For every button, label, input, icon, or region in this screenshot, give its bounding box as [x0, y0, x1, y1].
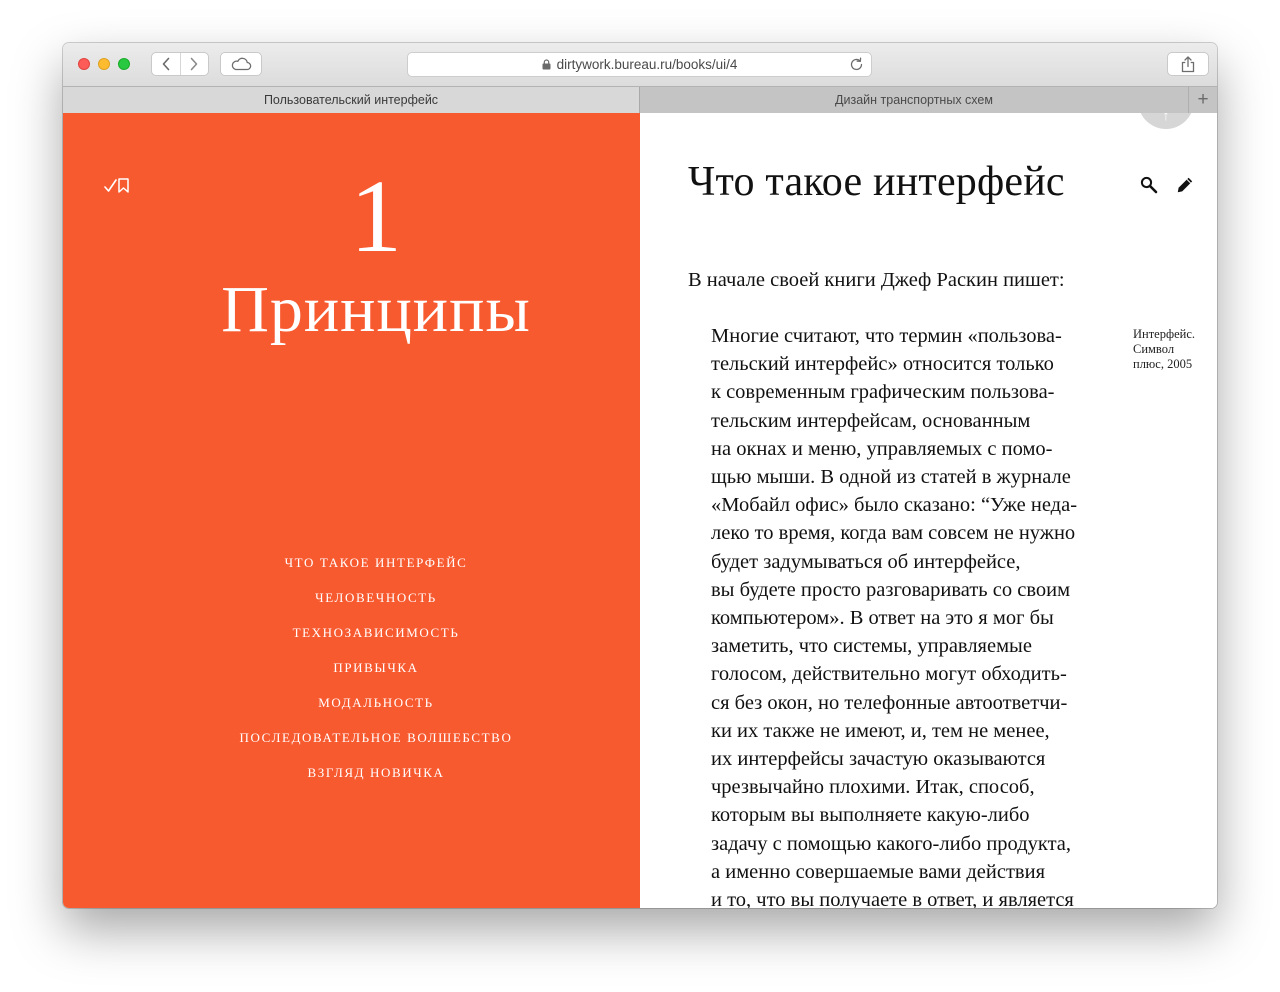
quote-line: голосом, действительно могут обходить-: [711, 663, 1067, 686]
quote-line: а именно совершаемые вами действия: [711, 860, 1046, 883]
toc-item: Привычка: [63, 658, 689, 693]
quote-line: будет задумываться об интерфейсе,: [711, 550, 1021, 573]
quote-line: ся без окон, но телефонные автоответчи-: [711, 691, 1068, 714]
cloud-icon: [231, 57, 252, 71]
quote-line: «Мобайл офис» было сказано: “Уже неда-: [711, 494, 1078, 517]
toc-item: Человечность: [63, 588, 689, 623]
share-button[interactable]: [1167, 52, 1209, 76]
reload-icon[interactable]: [849, 57, 864, 72]
toc-link-habit[interactable]: Привычка: [333, 660, 418, 675]
tab-user-interface[interactable]: Пользовательский интерфейс: [63, 87, 640, 113]
article-quote: Многие считают, что термин «пользова- те…: [711, 322, 1131, 908]
quote-line: чрезвычайно плохими. Итак, способ,: [711, 776, 1035, 799]
chapter-number: 1: [350, 159, 402, 274]
scroll-top-button[interactable]: ↑: [1138, 113, 1194, 129]
quote-line: на окнах и меню, управляемых с помо-: [711, 437, 1053, 460]
zoom-window-button[interactable]: [118, 58, 130, 70]
quote-line: вы будете просто разговаривать со своим: [711, 578, 1071, 601]
toc-link-modality[interactable]: Модальность: [318, 695, 433, 710]
sidenote-source: Интерфейс. Символ плюс, 2005: [1133, 327, 1217, 372]
sidenote-line: плюс, 2005: [1133, 357, 1193, 371]
toc-link-humanity[interactable]: Человечность: [315, 590, 437, 605]
sidenote-line: Символ: [1133, 342, 1175, 356]
article-intro: В начале своей книги Джеф Раскин пишет:: [688, 269, 1065, 291]
toc-item: Что такое интерфейс: [63, 553, 689, 588]
minimize-window-button[interactable]: [98, 58, 110, 70]
quote-line: леко то время, когда вам совсем не нужно: [711, 522, 1076, 545]
quote-line: и то, что вы получаете в ответ, и являет…: [711, 889, 1074, 908]
chapter-panel: 1 Принципы Что такое интерфейс Человечно…: [63, 113, 640, 908]
toc-item: Взгляд новичка: [63, 763, 689, 798]
tab-label: Дизайн транспортных схем: [835, 93, 993, 107]
search-icon[interactable]: [1140, 176, 1158, 194]
chevron-left-icon: [162, 57, 170, 71]
tab-transport-schemes[interactable]: Дизайн транспортных схем: [640, 87, 1188, 113]
page-content: 1 Принципы Что такое интерфейс Человечно…: [63, 113, 1217, 908]
sidenote-line: Интерфейс.: [1133, 327, 1195, 341]
close-window-button[interactable]: [78, 58, 90, 70]
arrow-up-icon: ↑: [1162, 113, 1170, 123]
toc-link-what-is-interface[interactable]: Что такое интерфейс: [285, 555, 468, 570]
quote-line: которым вы выполняете какую-либо: [711, 804, 1030, 827]
quote-line: тельским интерфейсам, основанным: [711, 409, 1031, 432]
lock-icon: [542, 59, 551, 70]
tab-bar: Пользовательский интерфейс Дизайн трансп…: [63, 86, 1217, 113]
browser-toolbar: dirtywork.bureau.ru/books/ui/4: [63, 43, 1217, 86]
browser-window: dirtywork.bureau.ru/books/ui/4 Пользоват…: [63, 43, 1217, 908]
toc-link-consistent-magic[interactable]: Последовательное волшебство: [240, 730, 513, 745]
table-of-contents: Что такое интерфейс Человечность Техноза…: [63, 553, 689, 798]
chapter-title: Принципы: [221, 273, 531, 346]
article-panel: ↑ Что такое интерфейс В начале своей кни…: [640, 113, 1217, 908]
quote-line: заметить, что системы, управляемые: [711, 635, 1032, 658]
plus-icon: +: [1197, 89, 1209, 110]
navigation-buttons: [151, 52, 209, 76]
icloud-tabs-button[interactable]: [220, 52, 262, 76]
share-icon: [1181, 55, 1195, 72]
forward-button[interactable]: [181, 53, 209, 75]
quote-line: к современным графическим пользова-: [711, 381, 1055, 404]
toc-item: Последовательное волшебство: [63, 728, 689, 763]
quote-line: задачу с помощью какого-либо продукта,: [711, 832, 1072, 855]
toc-link-novice-view[interactable]: Взгляд новичка: [307, 765, 444, 780]
quote-line: Многие считают, что термин «пользова-: [711, 325, 1062, 347]
quote-line: ки их также не имеют, и, тем не менее,: [711, 719, 1050, 742]
article-tools: [1140, 176, 1194, 194]
article-title: Что такое интерфейс: [688, 159, 1065, 205]
quote-line: щью мыши. В одной из статей в журнале: [711, 466, 1071, 489]
tab-label: Пользовательский интерфейс: [263, 93, 439, 107]
toc-link-techno-dependence[interactable]: Технозависимость: [293, 625, 460, 640]
back-button[interactable]: [152, 53, 181, 75]
quote-line: их интерфейсы зачастую оказываются: [711, 748, 1046, 771]
new-tab-button[interactable]: +: [1188, 87, 1217, 113]
quote-line: компьютером». В ответ на это я мог бы: [711, 607, 1054, 630]
pencil-icon[interactable]: [1176, 176, 1194, 194]
toc-item: Технозависимость: [63, 623, 689, 658]
address-text: dirtywork.bureau.ru/books/ui/4: [556, 57, 738, 72]
quote-line: тельский интерфейс» относится только: [711, 353, 1054, 376]
toc-item: Модальность: [63, 693, 689, 728]
address-bar[interactable]: dirtywork.bureau.ru/books/ui/4: [407, 52, 872, 77]
chevron-right-icon: [190, 57, 198, 71]
